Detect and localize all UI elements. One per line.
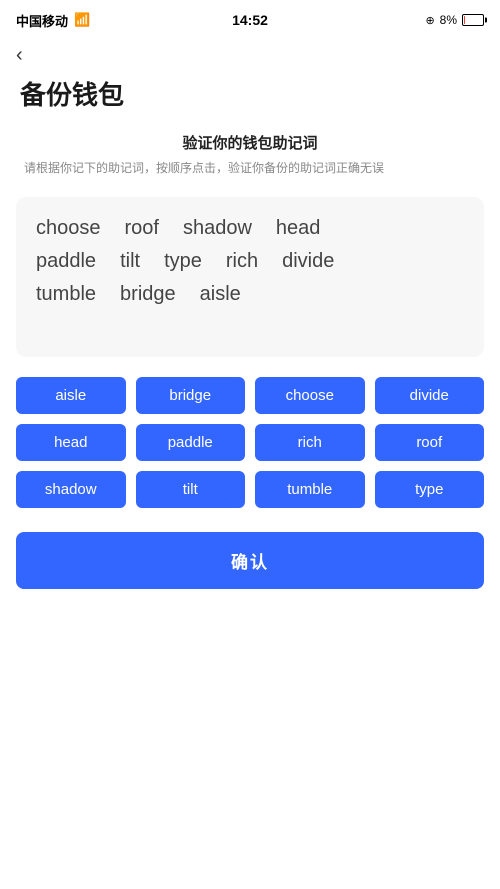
verify-description: 请根据你记下的助记词，按顺序点击，验证你备份的助记词正确无误	[20, 159, 480, 177]
location-icon: ⊕	[425, 14, 434, 27]
word-display-item: head	[276, 217, 321, 240]
word-display-item: type	[164, 250, 202, 273]
word-button-aisle[interactable]: aisle	[16, 377, 126, 414]
word-display-item: choose	[36, 217, 101, 240]
battery-fill	[464, 16, 465, 24]
word-button-paddle[interactable]: paddle	[136, 424, 246, 461]
word-button-roof[interactable]: roof	[375, 424, 485, 461]
word-display-box: choose roof shadow head paddle tilt type…	[16, 197, 484, 357]
verify-heading: 验证你的钱包助记词	[20, 132, 480, 153]
word-display-item: aisle	[200, 283, 241, 306]
word-display-item: roof	[125, 217, 159, 240]
status-bar: 中国移动 📶 14:52 ⊕ 8%	[0, 0, 500, 36]
word-button-shadow[interactable]: shadow	[16, 471, 126, 508]
confirm-section: 确认	[0, 508, 500, 609]
word-buttons-section: aisle bridge choose divide head paddle r…	[0, 377, 500, 508]
word-display-item: shadow	[183, 217, 252, 240]
page-title: 备份钱包	[0, 71, 500, 132]
word-display-item: bridge	[120, 283, 176, 306]
status-time: 14:52	[232, 12, 268, 28]
word-buttons-row-2: head paddle rich roof	[16, 424, 484, 461]
back-button[interactable]: ‹	[0, 36, 500, 71]
word-button-bridge[interactable]: bridge	[136, 377, 246, 414]
verify-subtitle-section: 验证你的钱包助记词 请根据你记下的助记词，按顺序点击，验证你备份的助记词正确无误	[0, 132, 500, 185]
word-button-type[interactable]: type	[375, 471, 485, 508]
word-buttons-row-3: shadow tilt tumble type	[16, 471, 484, 508]
carrier-name: 中国移动	[16, 11, 68, 30]
word-display-item: rich	[226, 250, 258, 273]
battery-icon	[462, 14, 484, 26]
word-row-1: choose roof shadow head	[36, 217, 464, 240]
word-button-choose[interactable]: choose	[255, 377, 365, 414]
word-display-item: divide	[282, 250, 334, 273]
battery-percent: 8%	[440, 13, 457, 27]
back-chevron-icon: ‹	[16, 44, 23, 66]
word-button-tilt[interactable]: tilt	[136, 471, 246, 508]
word-button-rich[interactable]: rich	[255, 424, 365, 461]
word-row-2: paddle tilt type rich divide	[36, 250, 464, 273]
word-display-item: paddle	[36, 250, 96, 273]
word-button-tumble[interactable]: tumble	[255, 471, 365, 508]
word-row-3: tumble bridge aisle	[36, 283, 464, 306]
word-button-head[interactable]: head	[16, 424, 126, 461]
word-buttons-row-1: aisle bridge choose divide	[16, 377, 484, 414]
word-button-divide[interactable]: divide	[375, 377, 485, 414]
wifi-icon: 📶	[74, 12, 90, 28]
word-display-item: tumble	[36, 283, 96, 306]
word-display-item: tilt	[120, 250, 140, 273]
confirm-button[interactable]: 确认	[16, 532, 484, 589]
carrier-signal: 中国移动 📶	[16, 11, 90, 30]
status-right-icons: ⊕ 8%	[425, 13, 484, 27]
